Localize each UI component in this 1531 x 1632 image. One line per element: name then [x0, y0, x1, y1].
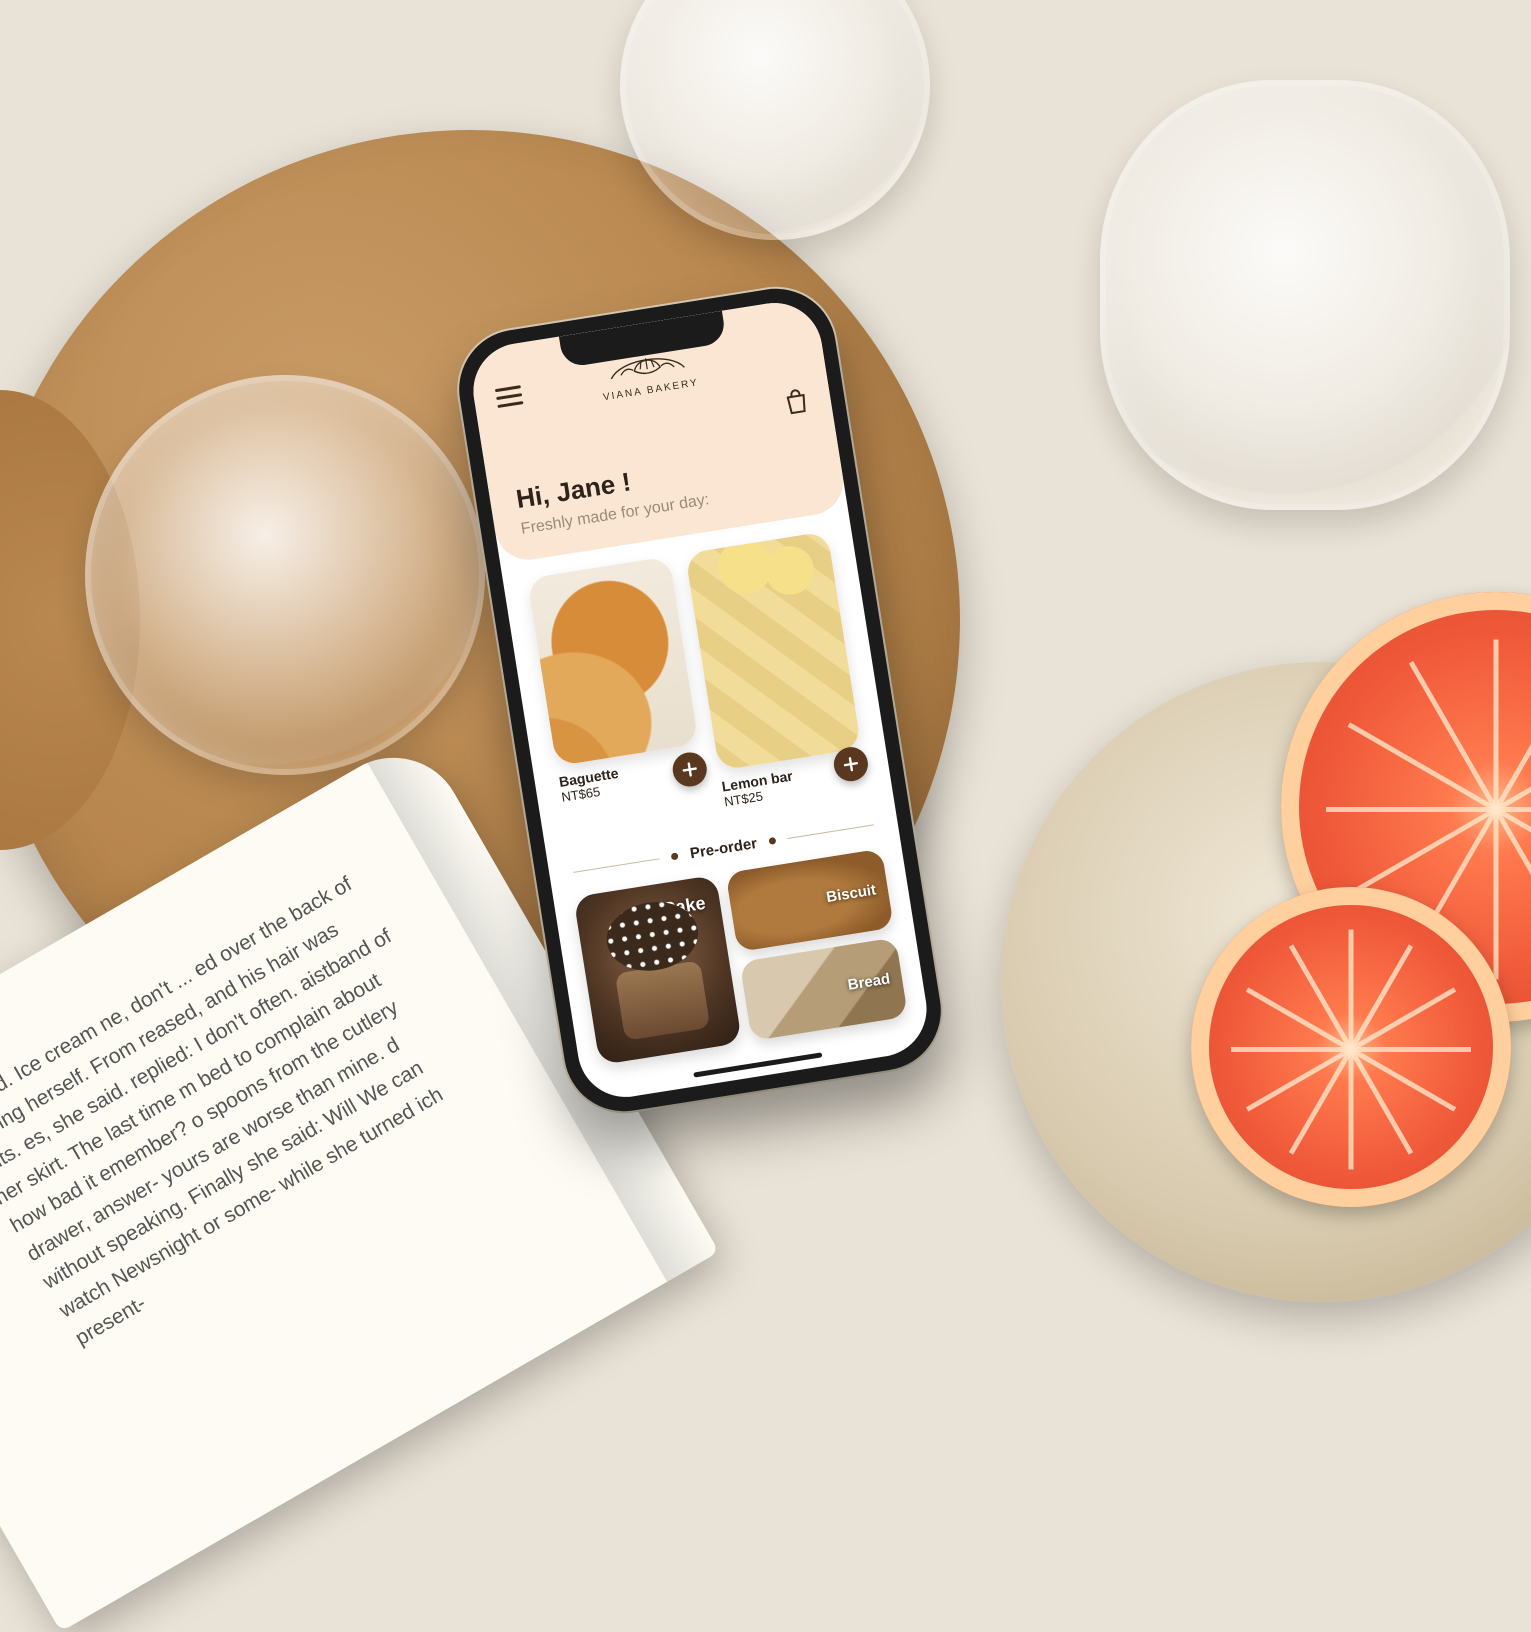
dot-icon [671, 852, 679, 860]
featured-row: Baguette NT$65 Lemon bar NT$25 [500, 509, 894, 859]
product-image-baguette [527, 556, 699, 766]
category-card-cake[interactable]: Cake [573, 875, 741, 1065]
glass-left [85, 375, 485, 775]
category-label: Biscuit [825, 881, 877, 906]
plus-icon [681, 760, 699, 778]
plus-icon [842, 755, 860, 773]
preorder-title: Pre-order [689, 835, 758, 862]
featured-card-baguette[interactable]: Baguette NT$65 [527, 556, 710, 834]
category-label: Bread [847, 970, 892, 993]
product-image-lemonbar [685, 531, 862, 771]
bag-icon[interactable] [783, 387, 812, 421]
featured-card-lemonbar[interactable]: Lemon bar NT$25 [685, 531, 868, 809]
category-card-bread[interactable]: Bread [739, 937, 908, 1041]
menu-icon[interactable] [495, 385, 524, 408]
plate [1001, 662, 1531, 1302]
category-label: Cake [661, 893, 707, 920]
book-text: he said. Ice cream ne, don't ... ed over… [0, 861, 502, 1355]
glass-right [1100, 80, 1510, 510]
grapefruit-slice-small [1191, 887, 1511, 1207]
dot-icon [768, 837, 776, 845]
